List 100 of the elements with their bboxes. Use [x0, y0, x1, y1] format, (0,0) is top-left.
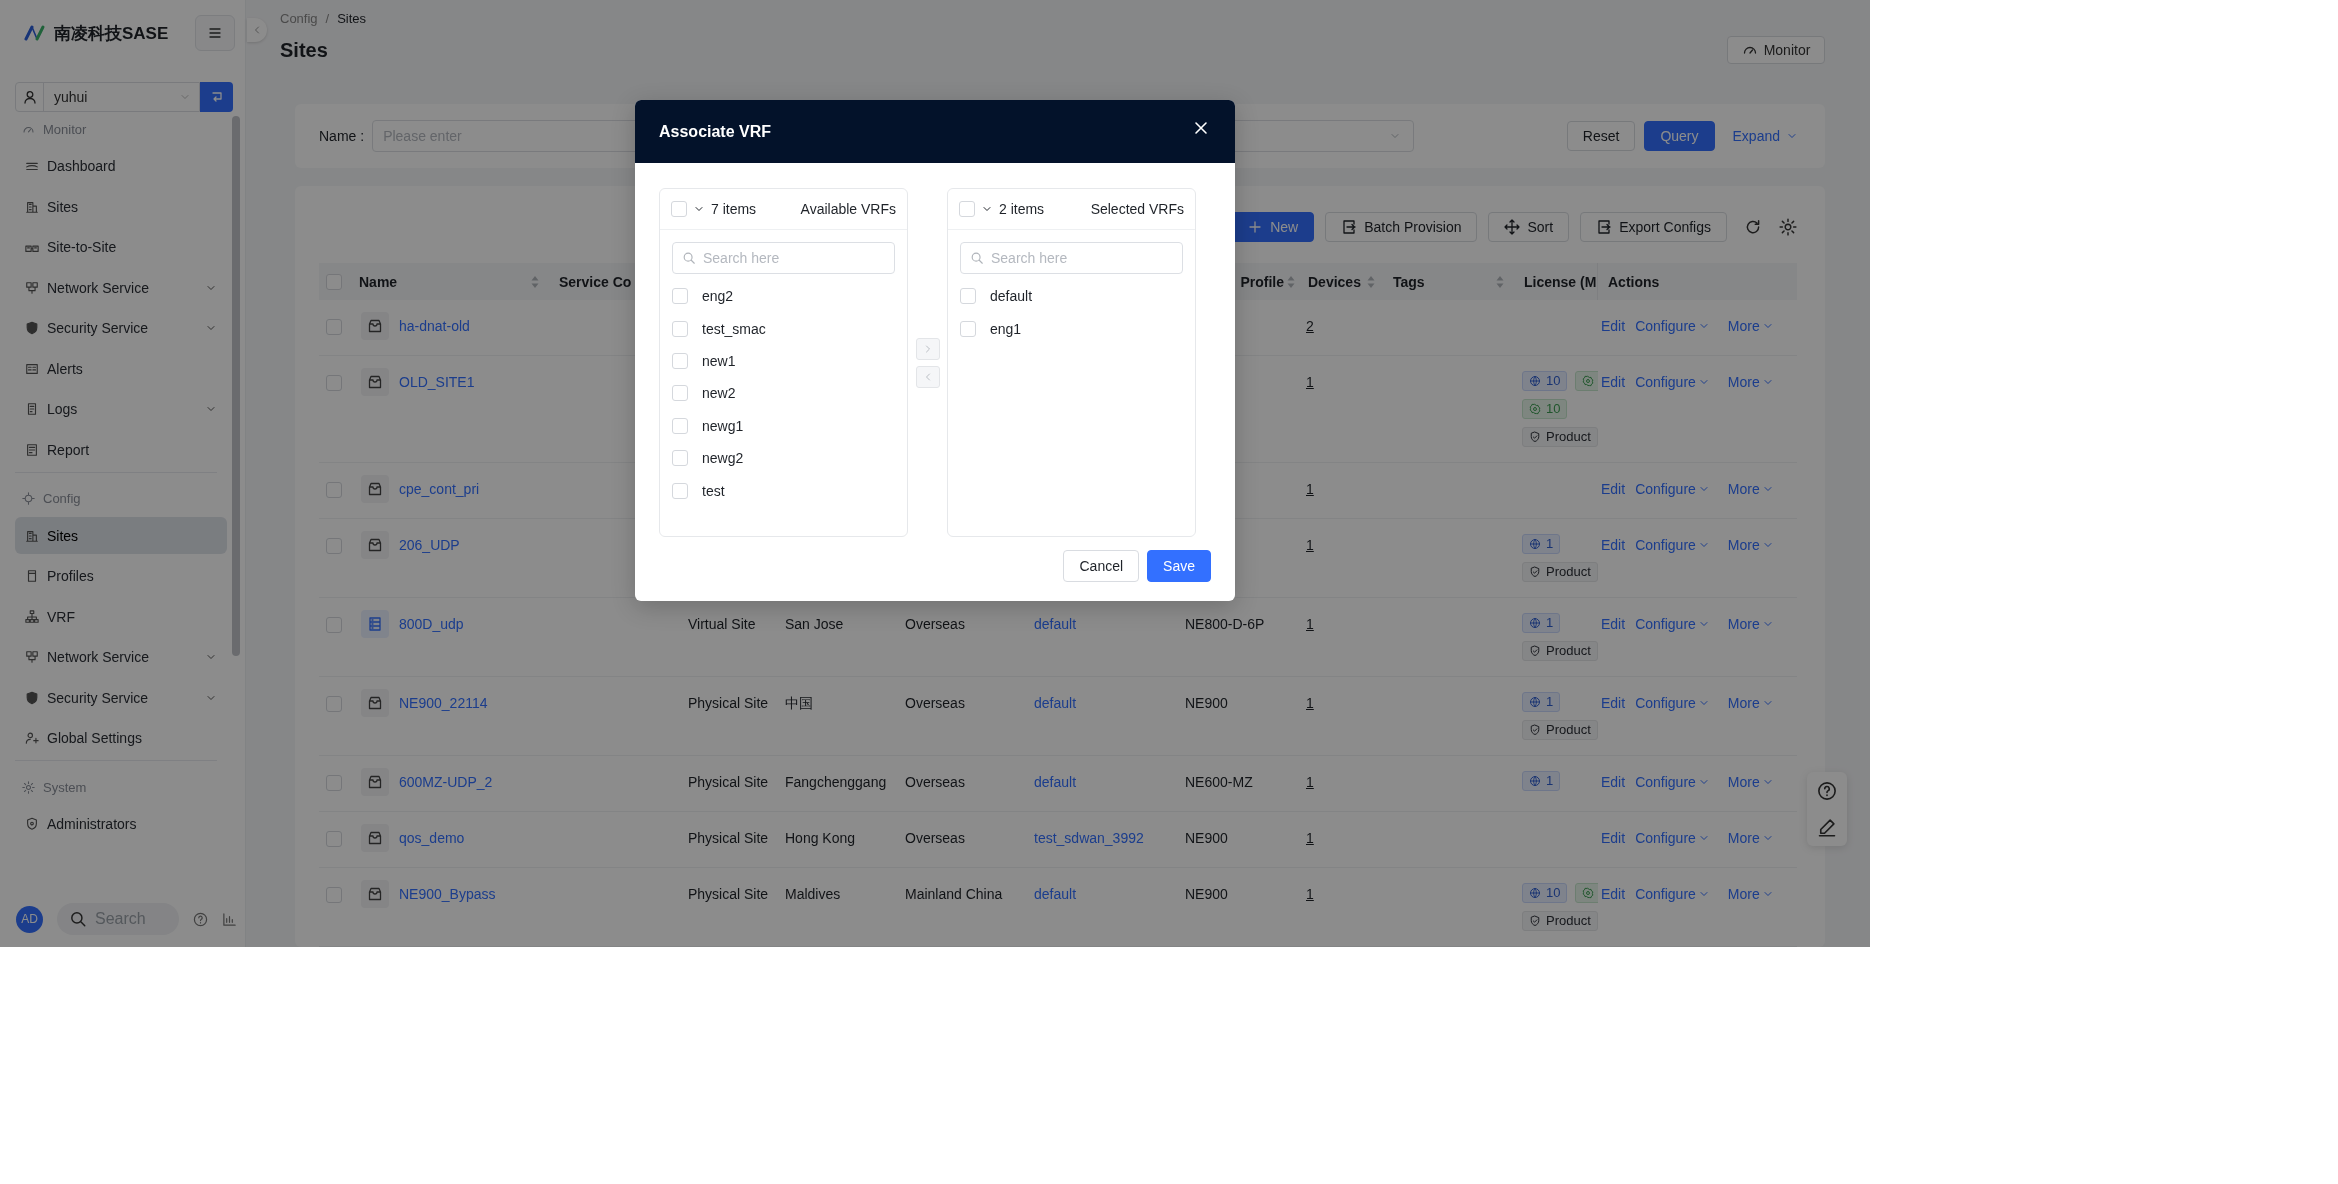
device-count-link[interactable]: 1 [1306, 830, 1314, 846]
nav-item[interactable]: Profiles [15, 557, 227, 595]
action-link[interactable]: Edit [1601, 692, 1626, 714]
checkbox[interactable] [671, 201, 687, 217]
site-link[interactable]: 800D_udp [399, 613, 464, 635]
nav-item[interactable]: Dashboard [15, 147, 227, 185]
checkbox[interactable] [672, 288, 688, 305]
nav-item[interactable]: Network Service [15, 638, 227, 676]
vrf-link[interactable]: default [1034, 695, 1077, 711]
action-link[interactable]: Edit [1601, 613, 1626, 635]
user-avatar[interactable]: AD [16, 905, 43, 933]
vrf-option[interactable]: eng1 [990, 320, 1022, 337]
device-count-link[interactable]: 1 [1306, 374, 1314, 390]
nav-item[interactable]: Site-to-Site [15, 228, 227, 266]
sort-icon[interactable] [1366, 274, 1375, 289]
action-link[interactable]: More [1727, 827, 1774, 849]
nav-item[interactable]: Report [15, 431, 227, 468]
checkbox[interactable] [959, 201, 975, 217]
action-link[interactable]: More [1727, 883, 1774, 905]
action-link[interactable]: Configure [1635, 478, 1710, 500]
action-link[interactable]: More [1727, 478, 1774, 500]
action-link[interactable]: More [1727, 534, 1774, 556]
nav-item[interactable]: Sites [15, 188, 227, 225]
device-count-link[interactable]: 1 [1306, 481, 1314, 497]
vrf-option[interactable]: test_smac [702, 320, 766, 337]
action-link[interactable]: Configure [1635, 827, 1710, 849]
search-field[interactable]: Search here [960, 242, 1183, 274]
vrf-option[interactable]: newg1 [702, 417, 744, 434]
device-count-link[interactable]: 2 [1306, 318, 1314, 334]
nav-item[interactable]: Security Service [15, 309, 227, 347]
action-link[interactable]: Configure [1635, 692, 1710, 714]
action-link[interactable]: More [1727, 771, 1774, 793]
toolbar-button[interactable]: Sort [1488, 212, 1570, 242]
site-link[interactable]: 206_UDP [399, 534, 460, 556]
action-link[interactable]: Configure [1635, 534, 1710, 556]
action-link[interactable]: Edit [1601, 315, 1626, 337]
nav-item[interactable]: Global Settings [15, 719, 227, 757]
cancel-button[interactable]: Cancel [1063, 550, 1140, 582]
checkbox[interactable] [672, 417, 688, 434]
query-button[interactable]: Query [1644, 121, 1715, 152]
menu-button[interactable] [195, 15, 235, 51]
vrf-option[interactable]: newg2 [702, 450, 744, 467]
nav-item[interactable]: Sites [15, 517, 227, 554]
save-button[interactable]: Save [1147, 550, 1211, 582]
checkbox[interactable] [672, 385, 688, 402]
action-link[interactable]: More [1727, 613, 1774, 635]
scrollbar-thumb[interactable] [232, 116, 240, 656]
site-link[interactable]: NE900_22114 [399, 692, 488, 714]
device-count-link[interactable]: 1 [1306, 695, 1314, 711]
toolbar-button[interactable]: Export Configs [1580, 212, 1727, 242]
vrf-link[interactable]: default [1034, 616, 1077, 632]
device-count-link[interactable]: 1 [1306, 616, 1314, 632]
vrf-link[interactable]: default [1034, 886, 1077, 902]
device-count-link[interactable]: 1 [1306, 774, 1314, 790]
action-link[interactable]: More [1727, 371, 1774, 393]
search-field[interactable]: Search here [672, 242, 895, 274]
user-select[interactable]: yuhui [15, 82, 200, 112]
sort-icon[interactable] [1287, 274, 1295, 289]
device-count-link[interactable]: 1 [1306, 886, 1314, 902]
sort-icon[interactable] [531, 274, 539, 289]
reset-button[interactable]: Reset [1566, 121, 1636, 152]
help-button[interactable] [1816, 780, 1838, 802]
site-link[interactable]: qos_demo [399, 827, 465, 849]
vrf-option[interactable]: new1 [702, 352, 736, 369]
checkbox[interactable] [672, 482, 688, 499]
site-link[interactable]: ha-dnat-old [399, 315, 470, 337]
checkbox[interactable] [672, 352, 688, 369]
vrf-link[interactable]: test_sdwan_3992 [1034, 830, 1144, 846]
vrf-option[interactable]: default [990, 288, 1033, 305]
nav-item[interactable]: VRF [15, 598, 227, 635]
nav-item[interactable]: Administrators [15, 805, 227, 843]
action-link[interactable]: Configure [1635, 883, 1710, 905]
toolbar-button[interactable]: Batch Provision [1325, 212, 1478, 242]
vrf-option[interactable]: test [702, 482, 725, 499]
site-link[interactable]: OLD_SITE1 [399, 371, 475, 393]
action-link[interactable]: Edit [1601, 478, 1626, 500]
action-link[interactable]: Edit [1601, 771, 1626, 793]
action-link[interactable]: Edit [1601, 827, 1626, 849]
action-link[interactable]: Configure [1635, 371, 1710, 393]
checkbox[interactable] [672, 450, 688, 467]
action-link[interactable]: Configure [1635, 613, 1710, 635]
checkbox[interactable] [960, 288, 976, 305]
action-link[interactable]: Configure [1635, 315, 1710, 337]
device-count-link[interactable]: 1 [1306, 537, 1314, 553]
sort-icon[interactable] [1496, 274, 1504, 289]
nav-item[interactable]: Logs [15, 390, 227, 428]
vrf-option[interactable]: eng2 [702, 288, 734, 305]
checkbox[interactable] [672, 320, 688, 337]
nav-item[interactable]: Security Service [15, 679, 227, 716]
vrf-option[interactable]: new2 [702, 385, 736, 402]
edit-button[interactable] [1816, 816, 1838, 838]
switch-button[interactable] [200, 82, 233, 112]
action-link[interactable]: Edit [1601, 883, 1626, 905]
site-link[interactable]: NE900_Bypass [399, 883, 496, 905]
monitor-button[interactable]: Monitor [1727, 36, 1825, 65]
nav-item[interactable]: Network Service [15, 269, 227, 306]
action-link[interactable]: Configure [1635, 771, 1710, 793]
expand-link[interactable]: Expand [1732, 128, 1798, 145]
site-link[interactable]: cpe_cont_pri [399, 478, 480, 500]
action-link[interactable]: Edit [1601, 371, 1626, 393]
